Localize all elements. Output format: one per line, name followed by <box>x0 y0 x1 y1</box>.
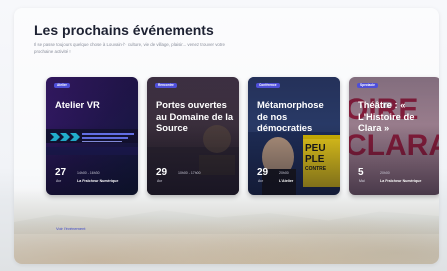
event-month: Avr <box>157 179 163 183</box>
event-time: 14h00 - 16h30 <box>77 171 100 175</box>
event-place: L'Atelier <box>279 179 294 183</box>
event-card-metamorphose[interactable]: PEU PLE CONTRE Conférence Métamorphose d… <box>248 77 340 195</box>
event-month: Mai <box>359 179 365 183</box>
event-card-portes-ouvertes[interactable]: Rencontre Portes ouvertes au Domaine de … <box>147 77 239 195</box>
event-card-theatre-clara[interactable]: OIRE CLARA Spectacle Théâtre : « L'Histo… <box>349 77 439 195</box>
event-title: Métamorphose de nos démocraties <box>257 99 324 134</box>
event-day: 29 <box>156 167 168 178</box>
event-time: 20h00 <box>279 171 289 175</box>
category-badge: Rencontre <box>155 83 177 88</box>
event-time: 20h00 <box>380 171 390 175</box>
event-title: Atelier VR <box>55 99 100 110</box>
event-time: 10h00 - 17h00 <box>178 171 201 175</box>
event-month: Avr <box>56 179 62 183</box>
see-all-events-link[interactable]: Voir l'événement <box>56 226 85 231</box>
event-card-atelier-vr[interactable]: Atelier Atelier VR 27 Avr 14h00 - 16h30 … <box>46 77 138 195</box>
intro-text: Il se passe toujours quelque chose à Lou… <box>34 42 225 54</box>
category-badge: Conférence <box>256 83 280 88</box>
event-day: 5 <box>358 167 364 178</box>
page-title: Les prochains événements <box>34 22 214 38</box>
category-badge: Spectacle <box>357 83 378 88</box>
category-badge: Atelier <box>54 83 70 88</box>
event-month: Avr <box>258 179 264 183</box>
event-title: Portes ouvertes au Domaine de la Source <box>156 99 234 134</box>
event-day: 29 <box>257 167 269 178</box>
event-place: La Fraîcheur Numérique <box>77 179 119 183</box>
events-panel: Les prochains événements Il se passe tou… <box>14 8 439 264</box>
event-day: 27 <box>55 167 67 178</box>
event-place: La Fraîcheur Numérique <box>380 179 422 183</box>
event-title: Théâtre : « L'Histoire de Clara » <box>358 99 415 134</box>
